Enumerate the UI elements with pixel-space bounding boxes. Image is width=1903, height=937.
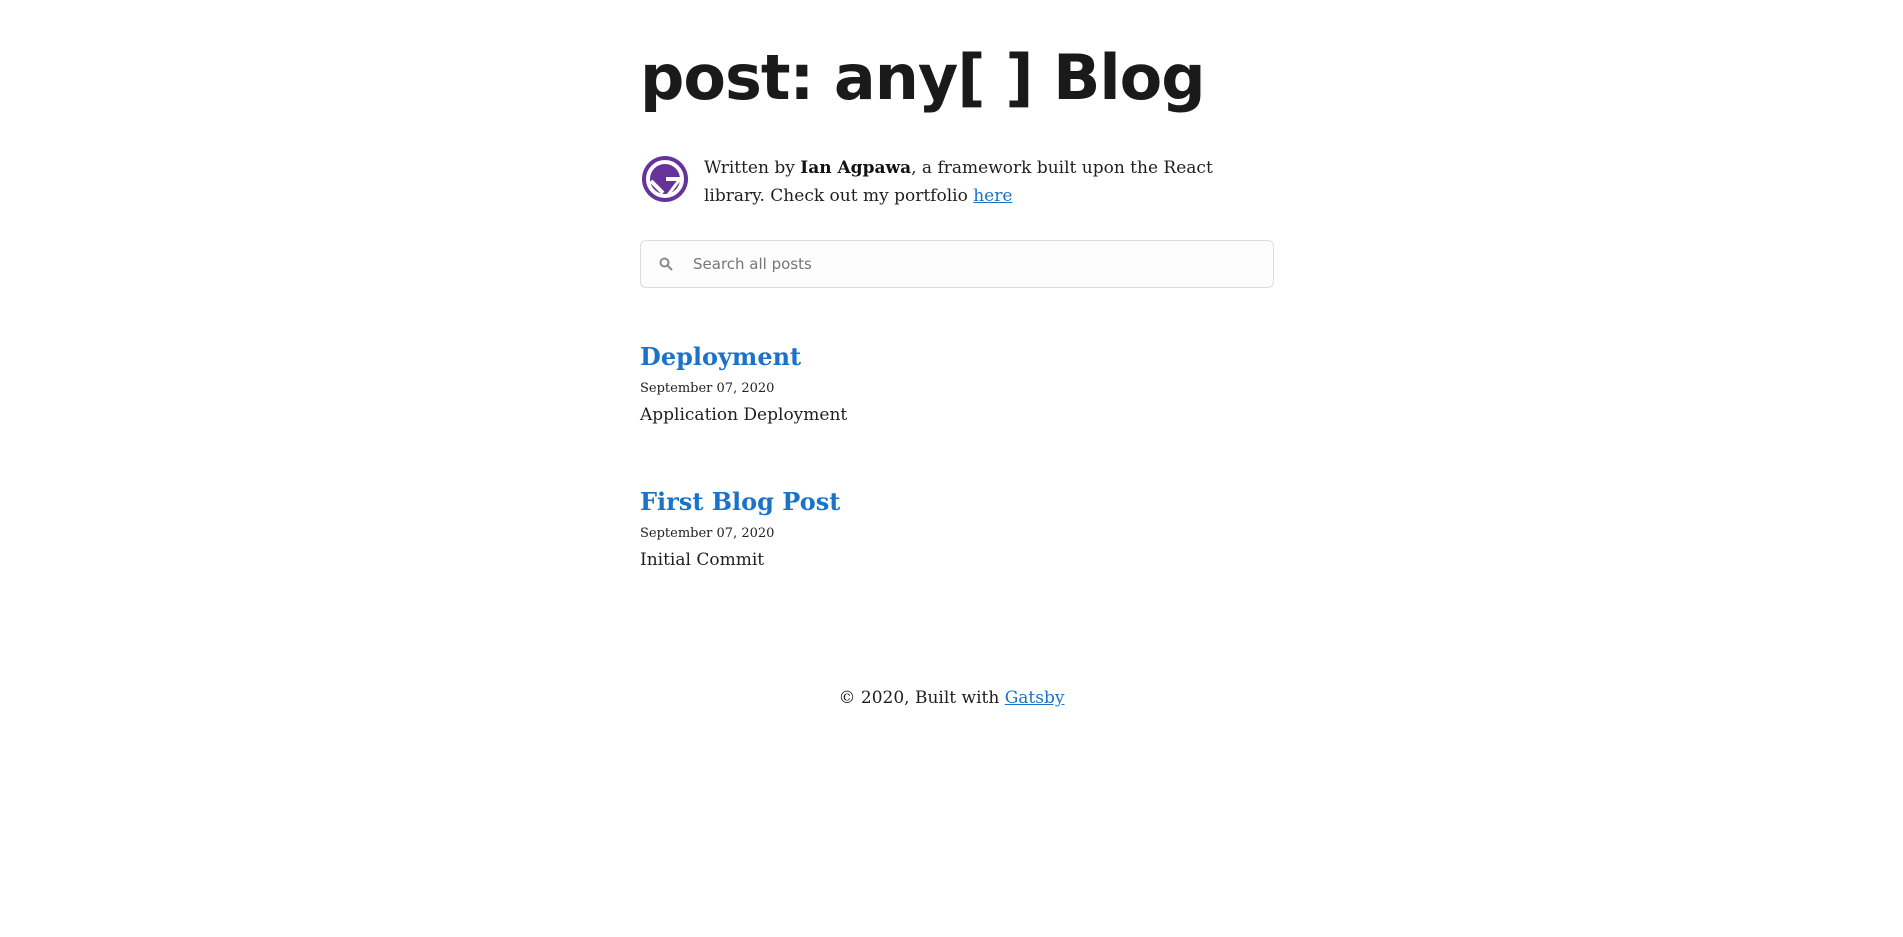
gatsby-link[interactable]: Gatsby bbox=[1005, 688, 1065, 708]
footer-text: © 2020, Built with bbox=[838, 688, 1005, 708]
footer: © 2020, Built with Gatsby bbox=[0, 686, 1903, 710]
post-date: September 07, 2020 bbox=[640, 381, 775, 396]
post-item: Deployment September 07, 2020 Applicatio… bbox=[640, 341, 1274, 427]
post-description: Application Deployment bbox=[640, 405, 848, 425]
bio: Written by Ian Agpawa, a framework built… bbox=[640, 154, 1274, 210]
bio-text: Written by Ian Agpawa, a framework built… bbox=[704, 154, 1274, 210]
post-date: September 07, 2020 bbox=[640, 526, 775, 541]
search-input[interactable] bbox=[691, 243, 1255, 285]
gatsby-logo-icon bbox=[642, 156, 688, 202]
post-title-link[interactable]: Deployment bbox=[640, 342, 801, 371]
post-title-link[interactable]: First Blog Post bbox=[640, 487, 840, 516]
portfolio-link[interactable]: here bbox=[973, 186, 1012, 206]
author-name: Ian Agpawa bbox=[800, 158, 912, 178]
post-item: First Blog Post September 07, 2020 Initi… bbox=[640, 486, 1274, 572]
bio-prefix: Written by bbox=[704, 158, 801, 178]
search-icon bbox=[659, 257, 673, 271]
post-description: Initial Commit bbox=[640, 550, 765, 570]
search-box[interactable] bbox=[640, 240, 1274, 288]
site-title[interactable]: post: any[ ] Blog bbox=[640, 38, 1206, 118]
